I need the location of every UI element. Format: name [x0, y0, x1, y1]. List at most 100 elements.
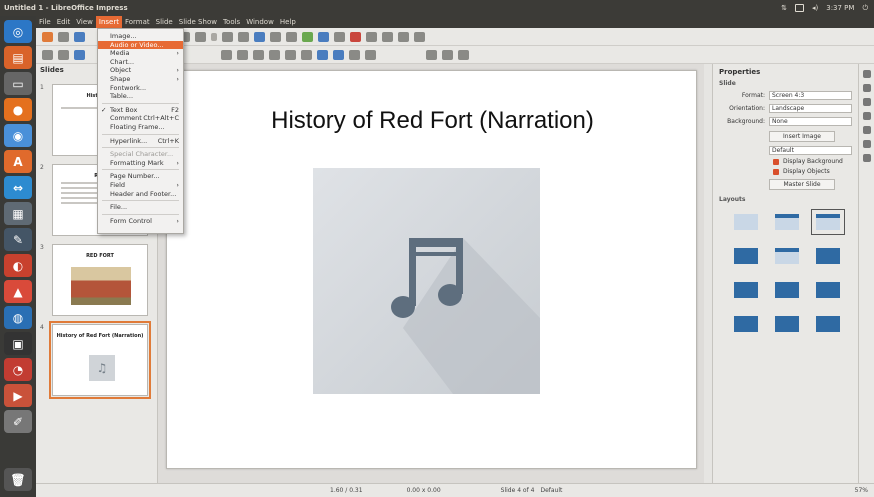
- files-icon[interactable]: ▤: [4, 46, 32, 69]
- layout-centered-text[interactable]: [811, 243, 845, 269]
- chart-icon[interactable]: [318, 31, 329, 42]
- gallery-icon[interactable]: [862, 126, 871, 134]
- select-icon[interactable]: [42, 49, 53, 60]
- network-icon[interactable]: ⇅: [781, 4, 787, 12]
- writer-icon[interactable]: ✐: [4, 410, 32, 433]
- master-slide-button[interactable]: Master Slide: [769, 179, 835, 190]
- hyperlink-icon[interactable]: [366, 31, 377, 42]
- layout-6-content[interactable]: [811, 311, 845, 337]
- display-objects-checkbox[interactable]: Display Objects: [773, 168, 852, 175]
- layout-title-content[interactable]: [811, 209, 845, 235]
- orientation-select[interactable]: Landscape: [769, 103, 852, 113]
- fontwork-icon[interactable]: [350, 31, 361, 42]
- layout-content-over[interactable]: [729, 311, 763, 337]
- menu-item-hyperlink[interactable]: Hyperlink... Ctrl+K: [98, 137, 183, 146]
- menu-item-field[interactable]: Field ›: [98, 181, 183, 190]
- format-select[interactable]: Screen 4:3: [769, 90, 852, 100]
- block-arrows-icon[interactable]: [301, 49, 312, 60]
- master-slides-icon[interactable]: [862, 84, 871, 92]
- crop-icon[interactable]: [442, 49, 453, 60]
- text-icon[interactable]: [74, 49, 85, 60]
- save-icon[interactable]: [74, 31, 85, 42]
- transition-icon[interactable]: [862, 112, 871, 120]
- filter-icon[interactable]: [458, 49, 469, 60]
- teamviewer-icon[interactable]: ⇔: [4, 176, 32, 199]
- display-views-icon[interactable]: [270, 31, 281, 42]
- grid-icon[interactable]: [254, 31, 265, 42]
- globe-icon[interactable]: ◍: [4, 306, 32, 329]
- layouts-section-header[interactable]: Layouts: [719, 196, 852, 203]
- menu-item-object[interactable]: Object ›: [98, 66, 183, 75]
- menu-slide-show[interactable]: Slide Show: [176, 16, 220, 28]
- menu-item-header-footer[interactable]: Header and Footer...: [98, 190, 183, 199]
- layout-title-slide[interactable]: [770, 209, 804, 235]
- menu-file[interactable]: File: [36, 16, 54, 28]
- slide-section-header[interactable]: Slide: [719, 80, 852, 87]
- menu-item-shape[interactable]: Shape ›: [98, 75, 183, 84]
- folder-icon[interactable]: ▭: [4, 72, 32, 95]
- new-icon[interactable]: [42, 31, 53, 42]
- impress-icon[interactable]: ▶: [4, 384, 32, 407]
- clock[interactable]: 3:37 PM: [826, 4, 854, 12]
- volume-icon[interactable]: ◂): [812, 4, 818, 12]
- remote-icon[interactable]: ✎: [4, 228, 32, 251]
- layout-2-content-content[interactable]: [729, 277, 763, 303]
- software-center-icon[interactable]: A: [4, 150, 32, 173]
- screenshot-icon[interactable]: ▣: [4, 332, 32, 355]
- firefox-icon[interactable]: ●: [4, 98, 32, 121]
- symbol-shapes-icon[interactable]: [285, 49, 296, 60]
- find-icon[interactable]: [222, 31, 233, 42]
- menu-edit[interactable]: Edit: [54, 16, 74, 28]
- callouts-icon[interactable]: [333, 49, 344, 60]
- insert-image-button[interactable]: Insert Image: [769, 131, 835, 142]
- menu-slide[interactable]: Slide: [153, 16, 176, 28]
- trash-icon[interactable]: 🗑: [4, 468, 32, 491]
- menu-item-fontwork[interactable]: Fontwork...: [98, 84, 183, 93]
- menu-item-chart[interactable]: Chart...: [98, 58, 183, 67]
- vertical-scrollbar[interactable]: [704, 64, 712, 483]
- flowchart-icon[interactable]: [317, 49, 328, 60]
- browser-icon[interactable]: ◉: [4, 124, 32, 147]
- menu-item-table[interactable]: Table...: [98, 92, 183, 101]
- menu-view[interactable]: View: [73, 16, 96, 28]
- textbox-icon[interactable]: [334, 31, 345, 42]
- transform-icon[interactable]: [398, 31, 409, 42]
- slide-title[interactable]: History of Red Fort (Narration): [167, 107, 698, 135]
- app-icon[interactable]: ◐: [4, 254, 32, 277]
- menu-item-text-box[interactable]: ✓ Text Box F2: [98, 106, 183, 115]
- display-background-checkbox[interactable]: Display Background: [773, 158, 852, 165]
- stars-icon[interactable]: [349, 49, 360, 60]
- layout-title-2-content[interactable]: [729, 243, 763, 269]
- slide-thumbnail-preview[interactable]: RED FORT: [52, 244, 148, 316]
- slide-thumbnail-preview[interactable]: History of Red Fort (Narration) ♫: [49, 321, 151, 399]
- show-icon[interactable]: [414, 31, 425, 42]
- menu-item-file[interactable]: File...: [98, 203, 183, 212]
- connector-icon[interactable]: [253, 49, 264, 60]
- layout-blank[interactable]: [729, 209, 763, 235]
- menu-item-media[interactable]: Media ›: [98, 49, 183, 58]
- lines-icon[interactable]: [382, 31, 393, 42]
- image-icon[interactable]: [302, 31, 313, 42]
- menu-item-floating-frame[interactable]: Floating Frame...: [98, 123, 183, 132]
- keyboard-icon[interactable]: [794, 4, 804, 12]
- power-icon[interactable]: ⏻: [862, 4, 868, 13]
- media-object[interactable]: [313, 168, 540, 394]
- menu-item-form-control[interactable]: Form Control ›: [98, 217, 183, 226]
- curve-icon[interactable]: [237, 49, 248, 60]
- layout-title-only[interactable]: [770, 243, 804, 269]
- menu-format[interactable]: Format: [122, 16, 153, 28]
- 3d-objects-icon[interactable]: [365, 49, 376, 60]
- dash-icon[interactable]: ◎: [4, 20, 32, 43]
- zoom-icon[interactable]: [58, 49, 69, 60]
- shadow-icon[interactable]: [426, 49, 437, 60]
- layout-content-2-content[interactable]: [770, 277, 804, 303]
- spelling-icon[interactable]: [238, 31, 249, 42]
- menu-help[interactable]: Help: [277, 16, 299, 28]
- navigator-icon[interactable]: [862, 140, 871, 148]
- master-select[interactable]: Default: [769, 145, 852, 155]
- menu-window[interactable]: Window: [243, 16, 277, 28]
- redo-icon[interactable]: [195, 31, 206, 42]
- slide-canvas[interactable]: History of Red Fort (Narration): [166, 70, 697, 469]
- terminal-icon[interactable]: ▦: [4, 202, 32, 225]
- menu-item-comment[interactable]: Comment Ctrl+Alt+C: [98, 114, 183, 123]
